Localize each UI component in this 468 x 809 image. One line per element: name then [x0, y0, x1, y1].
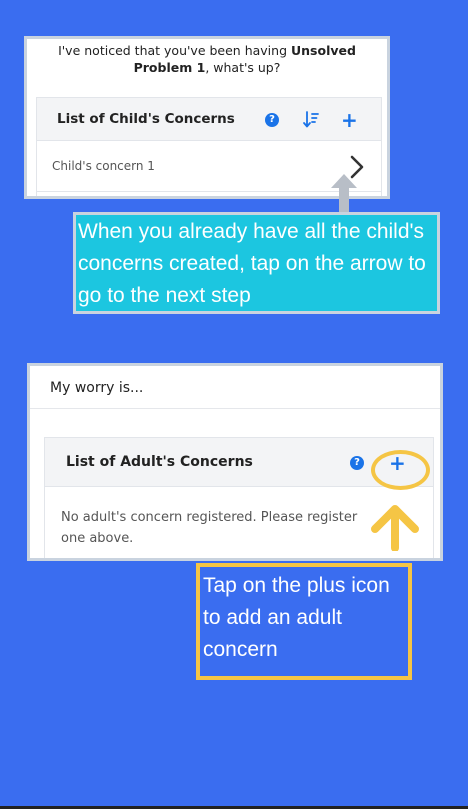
child-concerns-card-header: List of Child's Concerns ? + — [37, 98, 381, 141]
next-step-callout: When you already have all the child's co… — [73, 212, 440, 314]
child-concerns-title: List of Child's Concerns — [57, 111, 235, 127]
plus-highlight-ring — [371, 450, 430, 490]
sort-descending-icon[interactable] — [303, 111, 319, 133]
divider — [30, 408, 440, 409]
list-item-label: Child's concern 1 — [52, 159, 155, 173]
question-circle-icon[interactable]: ? — [265, 113, 279, 127]
add-concern-callout: Tap on the plus icon to add an adult con… — [196, 563, 412, 680]
yellow-arrow-up-icon — [371, 505, 419, 556]
empty-state-message: No adult's concern registered. Please re… — [61, 510, 358, 546]
intro-text: I've noticed that you've been having Uns… — [27, 39, 387, 76]
question-circle-icon[interactable]: ? — [350, 456, 364, 470]
add-child-concern-plus-icon[interactable]: + — [341, 110, 358, 130]
worry-label: My worry is... — [50, 380, 144, 396]
intro-prefix: I've noticed that you've been having — [58, 43, 288, 58]
adult-concerns-title: List of Adult's Concerns — [66, 454, 253, 470]
intro-suffix: , what's up? — [205, 60, 281, 75]
